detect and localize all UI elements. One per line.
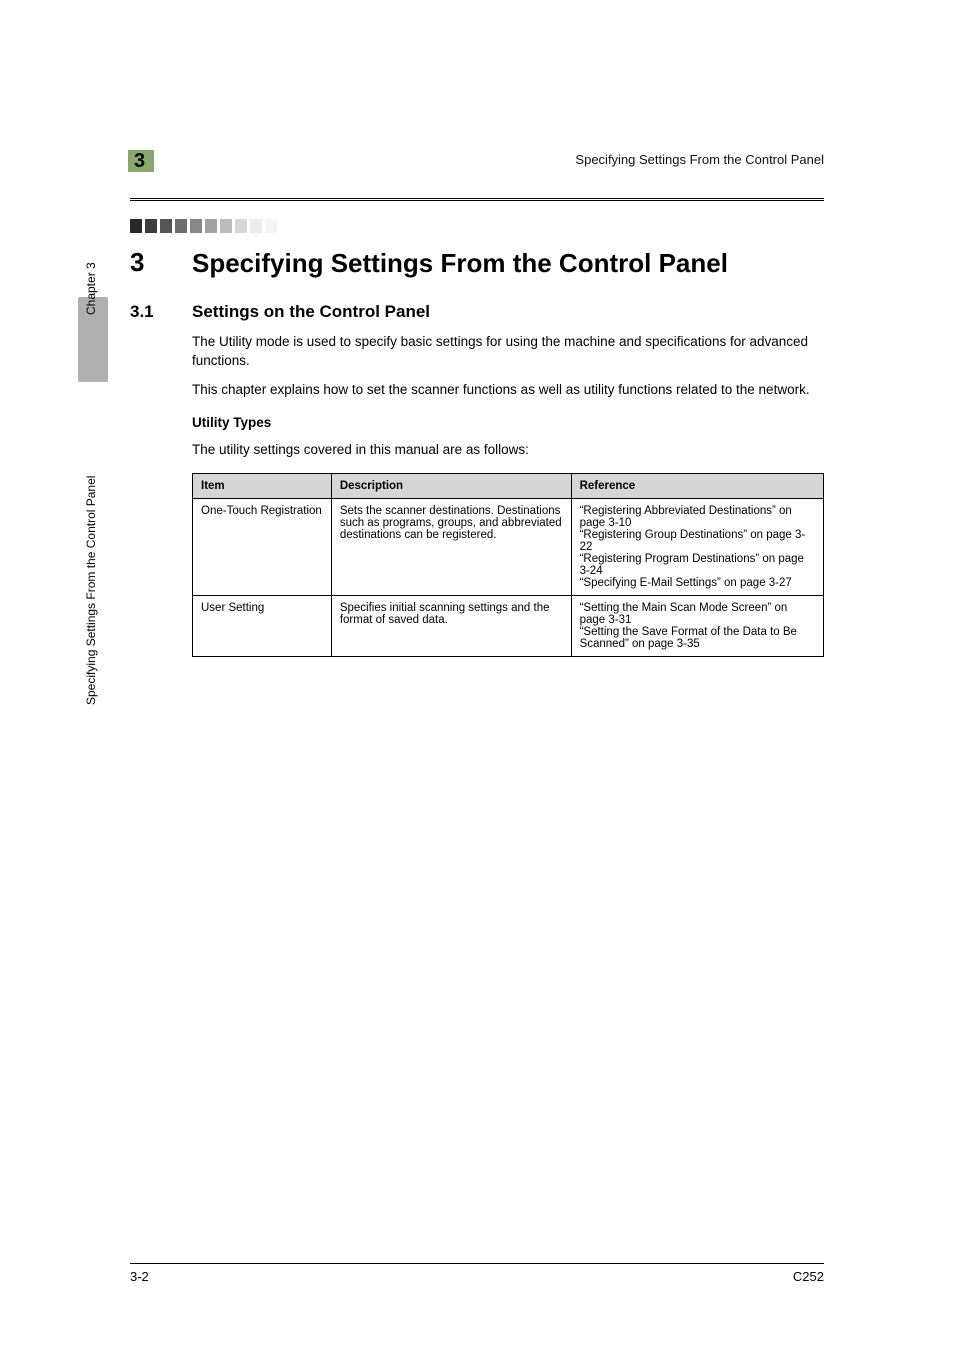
table-header-reference: Reference bbox=[571, 474, 823, 499]
paragraph: This chapter explains how to set the sca… bbox=[192, 380, 824, 399]
utility-table: Item Description Reference One-Touch Reg… bbox=[192, 473, 824, 657]
page: Chapter 3 Specifying Settings From the C… bbox=[0, 0, 954, 1350]
body-column: The Utility mode is used to specify basi… bbox=[192, 332, 824, 658]
table-cell-ref: “Setting the Main Scan Mode Screen” on p… bbox=[571, 596, 823, 657]
table-cell-desc: Sets the scanner destinations. Destinati… bbox=[331, 499, 571, 596]
footer-model: C252 bbox=[793, 1269, 824, 1284]
paragraph: The utility settings covered in this man… bbox=[192, 440, 824, 459]
section-heading-text: Settings on the Control Panel bbox=[192, 302, 430, 322]
running-header: 3 Specifying Settings From the Control P… bbox=[130, 150, 824, 194]
table-row: One-Touch Registration Sets the scanner … bbox=[193, 499, 824, 596]
table-cell-ref: “Registering Abbreviated Destinations” o… bbox=[571, 499, 823, 596]
side-tab-lower: Specifying Settings From the Control Pan… bbox=[84, 689, 98, 705]
section-heading: 3.1 Settings on the Control Panel bbox=[130, 302, 824, 322]
chapter-heading-text: Specifying Settings From the Control Pan… bbox=[192, 247, 728, 280]
section-heading-num: 3.1 bbox=[130, 302, 192, 322]
chapter-heading: 3 Specifying Settings From the Control P… bbox=[130, 247, 824, 280]
decorative-blocks bbox=[130, 219, 824, 233]
footer-page-num: 3-2 bbox=[130, 1269, 149, 1284]
side-tab: Chapter 3 Specifying Settings From the C… bbox=[84, 305, 104, 735]
chapter-heading-num: 3 bbox=[130, 247, 192, 280]
header-chapter-num: 3 bbox=[134, 150, 145, 173]
paragraph: The Utility mode is used to specify basi… bbox=[192, 332, 824, 370]
table-header-item: Item bbox=[193, 474, 332, 499]
header-running-title: Specifying Settings From the Control Pan… bbox=[575, 152, 824, 167]
subheading-utility-types: Utility Types bbox=[192, 415, 824, 430]
table-header-description: Description bbox=[331, 474, 571, 499]
table-header-row: Item Description Reference bbox=[193, 474, 824, 499]
table-cell-item: One-Touch Registration bbox=[193, 499, 332, 596]
header-double-rule bbox=[130, 198, 824, 201]
footer: 3-2 C252 bbox=[130, 1263, 824, 1284]
table-cell-item: User Setting bbox=[193, 596, 332, 657]
table-row: User Setting Specifies initial scanning … bbox=[193, 596, 824, 657]
side-tab-upper: Chapter 3 bbox=[84, 299, 98, 315]
table-cell-desc: Specifies initial scanning settings and … bbox=[331, 596, 571, 657]
